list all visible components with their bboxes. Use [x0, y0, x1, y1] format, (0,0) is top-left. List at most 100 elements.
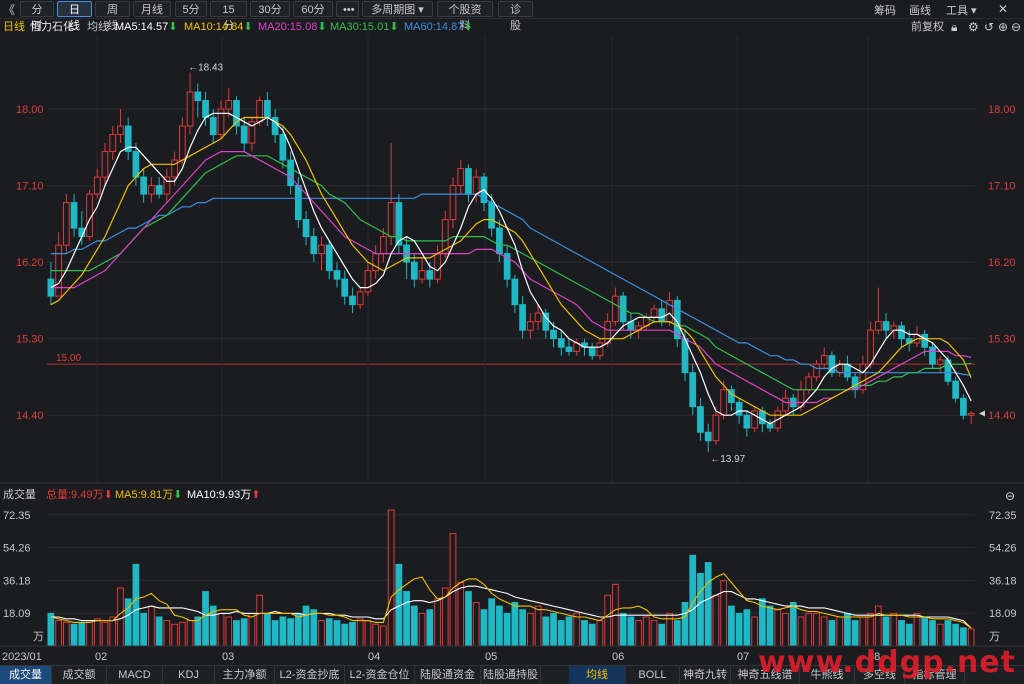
back-icon[interactable]: 《: [3, 1, 15, 18]
volume-bar-36: [325, 618, 333, 647]
indicator-tab-8[interactable]: 陆股通持股: [481, 666, 541, 684]
volume-bar-38: [341, 623, 349, 647]
ma5-value: MA5:14.57⬇: [115, 21, 178, 33]
zoom-in-icon[interactable]: ⊕: [998, 19, 1008, 36]
zoom-out-icon[interactable]: ⊖: [1011, 19, 1021, 36]
candle-body: [712, 414, 720, 442]
indicator-tab-9[interactable]: 均线: [569, 666, 626, 684]
period-label[interactable]: 日线: [3, 19, 25, 36]
candle-body: [526, 321, 534, 331]
indicator-tab-0[interactable]: 成交量: [0, 666, 52, 684]
volume-bar-4: [78, 621, 86, 647]
candle-98: [805, 372, 813, 394]
candle-35: [318, 236, 325, 271]
volume-bar-85: [704, 562, 712, 647]
indicator-tab-4[interactable]: 主力净额: [215, 666, 275, 684]
indicator-tab-2[interactable]: MACD: [107, 666, 163, 684]
toolbar-right-item-0[interactable]: 筹码: [874, 2, 896, 18]
volume-bar-69: [581, 620, 588, 647]
toolbar-button-5[interactable]: 15分: [210, 1, 247, 32]
volume-bar-72: [604, 594, 612, 647]
volume-bar-28: [264, 612, 271, 647]
candle-body: [511, 278, 519, 306]
adjust-label[interactable]: 前复权: [911, 19, 944, 36]
candle-66: [557, 330, 565, 356]
candle-18: [186, 72, 194, 135]
volume-bar-101: [828, 620, 836, 647]
indicator-tab-6[interactable]: L2-资金仓位: [345, 666, 415, 684]
indicator-tab-7[interactable]: 陆股通资金: [415, 666, 481, 684]
candle-85: [704, 423, 712, 452]
candle-37: [333, 262, 341, 288]
volume-bar-104: [851, 620, 859, 647]
indicator-tab-5[interactable]: L2-资金抄底: [275, 666, 345, 684]
toolbar-button-7[interactable]: 60分: [293, 1, 333, 17]
indicator-tab-3[interactable]: KDJ: [163, 666, 215, 684]
volume-bar-68: [573, 612, 581, 647]
candle-body: [256, 100, 264, 123]
candle-body: [588, 346, 596, 357]
volume-ma5-line: [50, 572, 972, 629]
candle-36: [325, 240, 333, 280]
volume-bar-6: [93, 618, 101, 647]
candle-102: [836, 359, 844, 377]
candle-body: [813, 363, 820, 378]
volume-bar-100: [820, 616, 828, 647]
toolbar-button-11[interactable]: 诊股: [498, 1, 533, 32]
candle-10: [124, 117, 132, 161]
candle-88: [728, 385, 735, 411]
volume-title: 成交量: [3, 489, 36, 501]
toolbar-button-8[interactable]: •••: [336, 1, 359, 17]
candle-body: [596, 342, 604, 357]
volume-bar-117: [952, 623, 960, 647]
candlestick-chart[interactable]: 18.00 18.00 17.10 17.10 16.20 16.20 15.30 15.30…: [0, 36, 1024, 484]
candle-body: [960, 397, 967, 416]
toolbar-button-6[interactable]: 30分: [250, 1, 290, 17]
candle-9: [117, 109, 124, 144]
candle-body: [704, 431, 712, 442]
toolbar-button-4[interactable]: 5分: [175, 1, 207, 17]
toolbar-right-item-2[interactable]: 工具 ▾: [946, 2, 977, 18]
candle-body: [349, 295, 356, 306]
undo-icon[interactable]: ↺: [984, 19, 994, 36]
candle-6: [93, 168, 101, 199]
volume-bar-56: [480, 609, 488, 647]
candle-body: [264, 100, 271, 119]
ma30-value: MA30:15.01⬇: [330, 21, 399, 33]
candle-58: [496, 219, 503, 263]
candle-60: [511, 274, 519, 314]
toolbar-button-10[interactable]: 个股资料: [437, 1, 493, 32]
indicator-tab-1[interactable]: 成交额: [52, 666, 107, 684]
toolbar-button-1[interactable]: 日线: [57, 1, 92, 32]
candle-115: [936, 355, 944, 373]
collapse-icon[interactable]: ⊖: [1005, 488, 1015, 505]
candle-44: [387, 143, 395, 246]
candle-91: [751, 406, 758, 433]
y-tick-label-right: 17.10: [988, 181, 1016, 193]
settings-icon[interactable]: ⚙: [968, 19, 979, 36]
toolbar-button-3[interactable]: 月线: [133, 1, 171, 17]
lock-icon[interactable]: 🔒︎: [951, 19, 957, 36]
candle-54: [465, 164, 472, 203]
toolbar-right-item-1[interactable]: 画线: [909, 2, 931, 18]
indicator-tab-11[interactable]: 神奇九转: [680, 666, 731, 684]
volume-bar-82: [681, 601, 689, 647]
ma-settings-label[interactable]: 均线: [87, 19, 109, 36]
volume-bar-78: [650, 620, 658, 647]
toolbar-button-9[interactable]: 多周期图 ▾: [362, 1, 433, 17]
candle-80: [666, 291, 673, 326]
volume-chart[interactable]: 72.35 72.35 54.26 54.26 36.18 36.18 18.09 18.09…: [0, 504, 1024, 665]
indicator-tab-10[interactable]: BOLL: [626, 666, 680, 684]
close-icon[interactable]: ✕: [998, 2, 1008, 16]
candle-body: [148, 185, 155, 195]
candle-34: [310, 228, 318, 263]
toolbar-button-2[interactable]: 周线: [95, 1, 130, 32]
toolbar-button-0[interactable]: 分时: [20, 1, 54, 32]
candle-body: [565, 346, 573, 352]
candle-body: [194, 91, 202, 102]
volume-bar-14: [155, 616, 163, 647]
ma60-value: MA60:14.87⬇: [404, 21, 473, 33]
candle-body: [318, 244, 325, 255]
volume-bar-79: [658, 623, 666, 647]
candle-105: [859, 355, 867, 394]
